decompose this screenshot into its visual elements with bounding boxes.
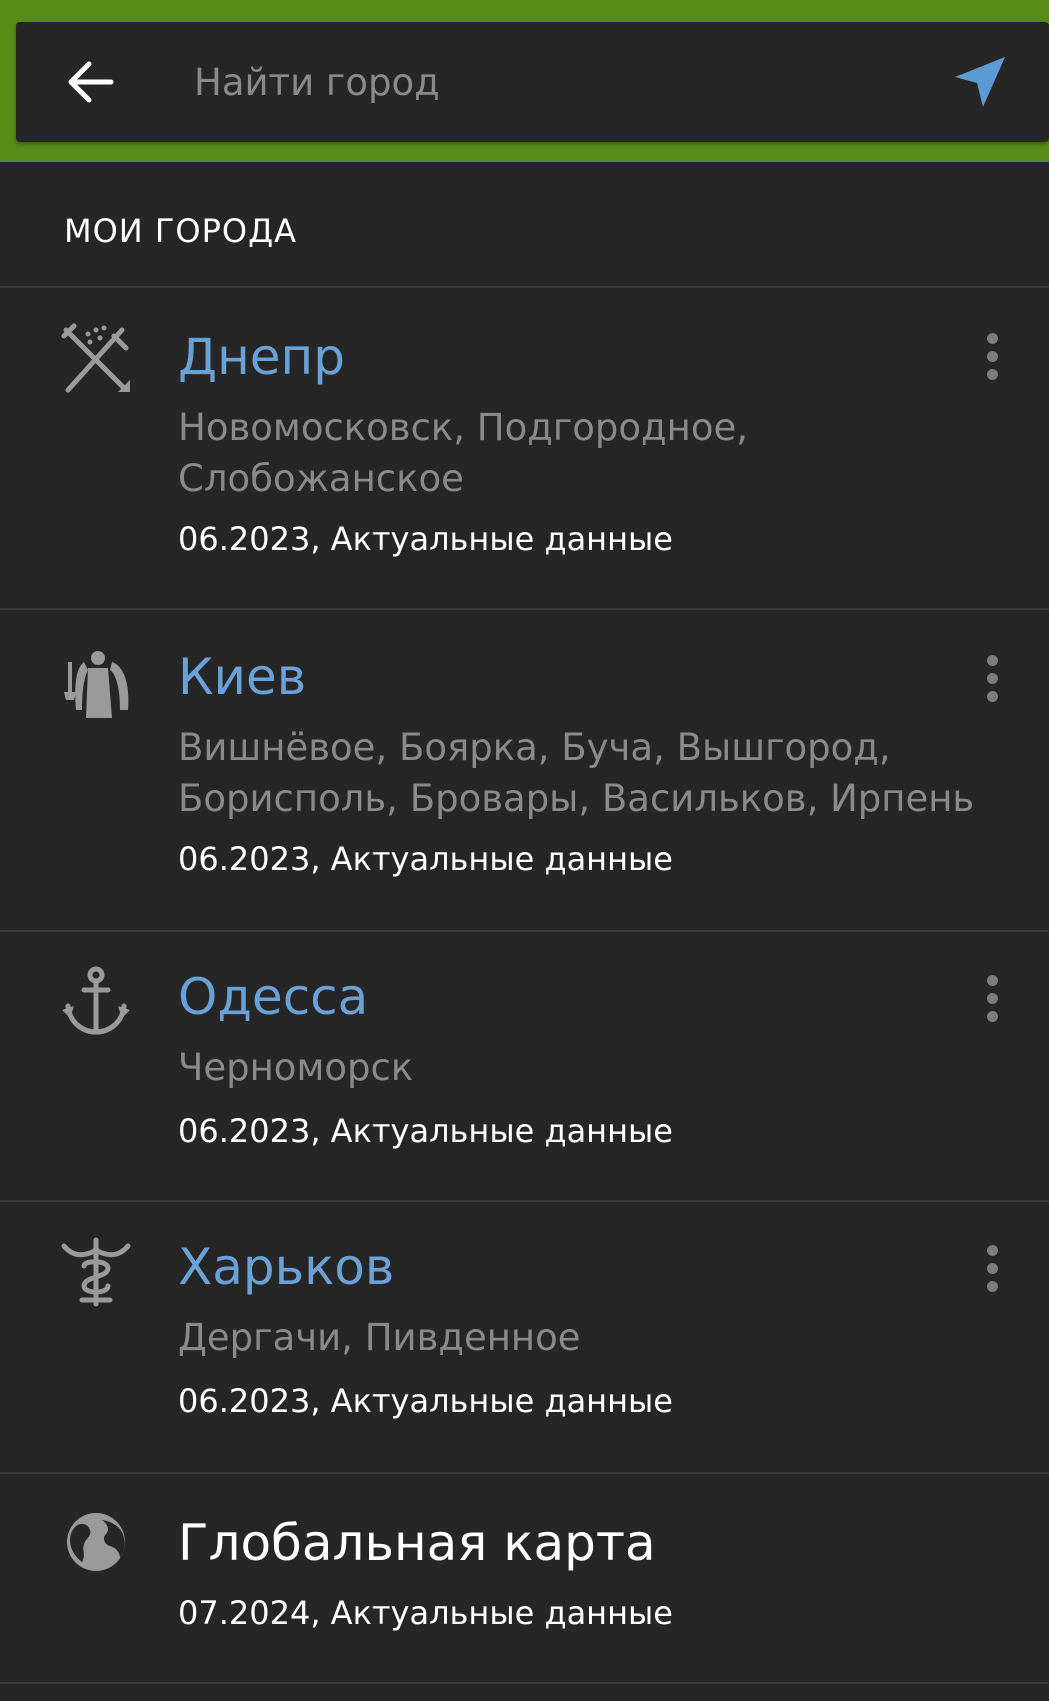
divider (0, 1682, 1049, 1684)
city-data-date: 06.2023, Актуальные данные (178, 1382, 673, 1420)
back-button[interactable] (60, 52, 120, 112)
caduceus-icon (58, 1234, 134, 1310)
more-options-button[interactable] (972, 968, 1012, 1028)
city-suburbs: Новомосковск, Подгородное, Слобожанское (178, 406, 748, 500)
search-bar (16, 22, 1049, 142)
global-map-title: Глобальная карта (178, 1514, 656, 1572)
my-location-button[interactable] (948, 50, 1012, 114)
more-options-button[interactable] (972, 648, 1012, 708)
city-data-date: 06.2023, Актуальные данные (178, 1112, 673, 1150)
city-data-date: 06.2023, Актуальные данные (178, 840, 673, 878)
city-name: Харьков (178, 1238, 395, 1296)
more-options-button[interactable] (972, 1238, 1012, 1298)
city-item-kyiv[interactable]: Киев Вишнёвое, Боярка, Буча, Вышгород, Б… (0, 610, 1049, 930)
city-item-odesa[interactable]: Одесса Черноморск 06.2023, Актуальные да… (0, 932, 1049, 1200)
city-suburbs: Вишнёвое, Боярка, Буча, Вышгород, Борисп… (178, 726, 975, 820)
city-name: Одесса (178, 968, 369, 1026)
city-suburbs: Дергачи, Пивденное (178, 1316, 581, 1359)
global-map-data-date: 07.2024, Актуальные данные (178, 1594, 673, 1632)
city-name: Днепр (178, 328, 345, 386)
crossed-swords-icon (58, 320, 134, 396)
top-app-bar (0, 0, 1049, 162)
global-map-item[interactable]: Глобальная карта 07.2024, Актуальные дан… (0, 1474, 1049, 1682)
globe-icon (58, 1504, 134, 1580)
city-name: Киев (178, 648, 307, 706)
section-header-my-cities: МОИ ГОРОДА (64, 212, 297, 250)
arrow-left-icon (68, 61, 114, 103)
more-options-button[interactable] (972, 326, 1012, 386)
city-item-kharkiv[interactable]: Харьков Дергачи, Пивденное 06.2023, Акту… (0, 1202, 1049, 1472)
search-input[interactable] (178, 48, 934, 116)
city-suburbs: Черноморск (178, 1046, 414, 1089)
city-data-date: 06.2023, Актуальные данные (178, 520, 673, 558)
city-item-dnipro[interactable]: Днепр Новомосковск, Подгородное, Слобожа… (0, 288, 1049, 608)
navigation-arrow-icon (955, 57, 1005, 107)
archangel-icon (58, 646, 134, 722)
anchor-icon (58, 964, 134, 1040)
